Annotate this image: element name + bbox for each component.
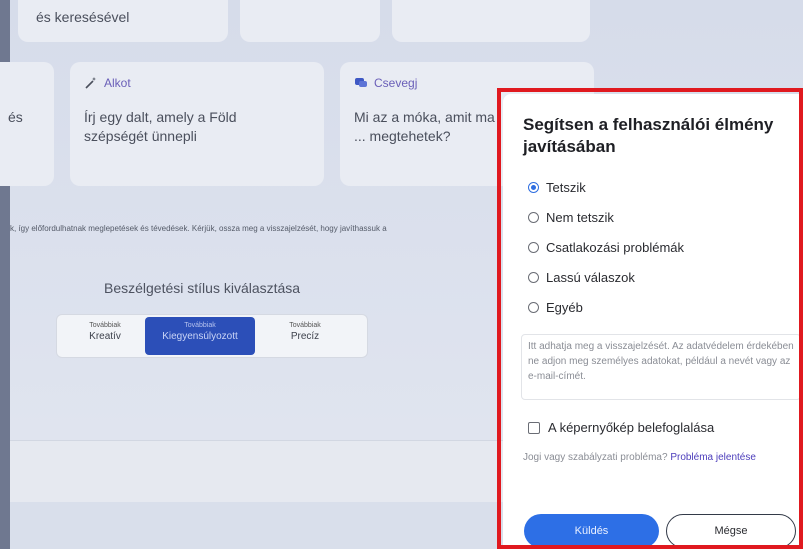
suggestion-card-create[interactable]: Alkot Írj egy dalt, amely a Föld szépség… (70, 62, 324, 186)
suggestion-card-top-right[interactable] (392, 0, 590, 42)
style-option-balanced[interactable]: Továbbiak Kiegyensúlyozott (145, 317, 255, 355)
style-option-prefix: Továbbiak (184, 322, 216, 329)
style-option-label: Kiegyensúlyozott (162, 331, 238, 342)
highlight-frame (497, 88, 803, 549)
suggestion-card-top-middle[interactable] (240, 0, 380, 42)
card-text: Mi az a móka, amit ma ... megtehetek? (354, 109, 495, 144)
card-label: Csevegj (374, 76, 418, 90)
suggestion-card-top-left[interactable]: és keresésével (18, 0, 228, 42)
conversation-style-title: Beszélgetési stílus kiválasztása (104, 280, 301, 296)
style-option-prefix: Továbbiak (289, 322, 321, 329)
input-area-band (10, 440, 510, 502)
magic-wand-icon (85, 77, 97, 89)
chat-bubble-icon (355, 78, 367, 87)
card-header: Csevegj (354, 76, 417, 90)
card-label: Alkot (104, 76, 131, 90)
card-text: és (8, 109, 23, 125)
style-option-creative[interactable]: Továbbiak Kreatív (59, 317, 151, 355)
style-option-precise[interactable]: Továbbiak Precíz (259, 317, 351, 355)
card-text: Írj egy dalt, amely a Föld szépségét ünn… (84, 109, 237, 144)
style-option-label: Kreatív (89, 331, 121, 342)
card-text: és keresésével (36, 9, 130, 25)
suggestion-card-left-partial[interactable]: és (0, 62, 54, 186)
bottom-strip (10, 502, 510, 549)
disclaimer-text: k, így előfordulhatnak meglepetések és t… (10, 224, 387, 233)
card-header: Alkot (84, 76, 131, 90)
conversation-style-picker: Továbbiak Kreatív Továbbiak Kiegyensúlyo… (56, 314, 368, 358)
style-option-label: Precíz (290, 331, 320, 342)
style-option-prefix: Továbbiak (89, 322, 121, 329)
